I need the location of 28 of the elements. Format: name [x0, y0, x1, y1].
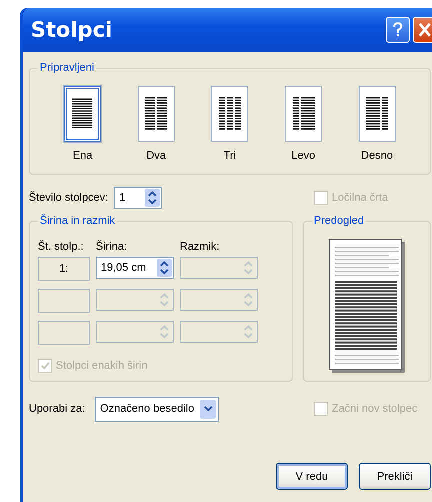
field-label: Uporabi za:	[29, 403, 86, 415]
window-title: Stolpci	[31, 18, 114, 42]
column-header: Razmik:	[180, 241, 221, 253]
group-label: Širina in razmik	[39, 215, 116, 227]
checkbox-label: Stolpci enakih širin	[56, 360, 148, 372]
dialog-button[interactable]: V redu	[276, 463, 348, 490]
column-count-field[interactable]: 1	[114, 187, 162, 209]
dialog-button[interactable]: Prekliči	[359, 463, 431, 490]
checkbox-label: Ločilna črta	[332, 192, 388, 204]
close-icon	[419, 23, 431, 37]
checkbox-label: Začni nov stolpec	[332, 403, 418, 415]
column-header: Št. stolp.:	[38, 241, 85, 253]
column-header: Širina:	[96, 241, 128, 253]
column-number-cell: 1:	[38, 257, 90, 281]
width-field[interactable]: 19,05 cm	[96, 257, 174, 279]
spin-button[interactable]	[145, 189, 160, 207]
apply-to-dropdown[interactable]: Označeno besedilo	[95, 396, 220, 422]
caret-icon	[204, 406, 213, 412]
spin-button[interactable]	[157, 259, 172, 277]
field-label: Število stolpcev:	[29, 192, 108, 204]
close-button[interactable]	[413, 17, 432, 43]
column-number-cell	[38, 321, 90, 345]
group-label: Pripravljeni	[39, 62, 96, 74]
column-number-cell	[38, 289, 90, 313]
check-icon	[40, 362, 50, 370]
help-button[interactable]	[386, 17, 410, 43]
group-label: Predogled	[313, 215, 366, 227]
help-icon	[393, 22, 403, 38]
